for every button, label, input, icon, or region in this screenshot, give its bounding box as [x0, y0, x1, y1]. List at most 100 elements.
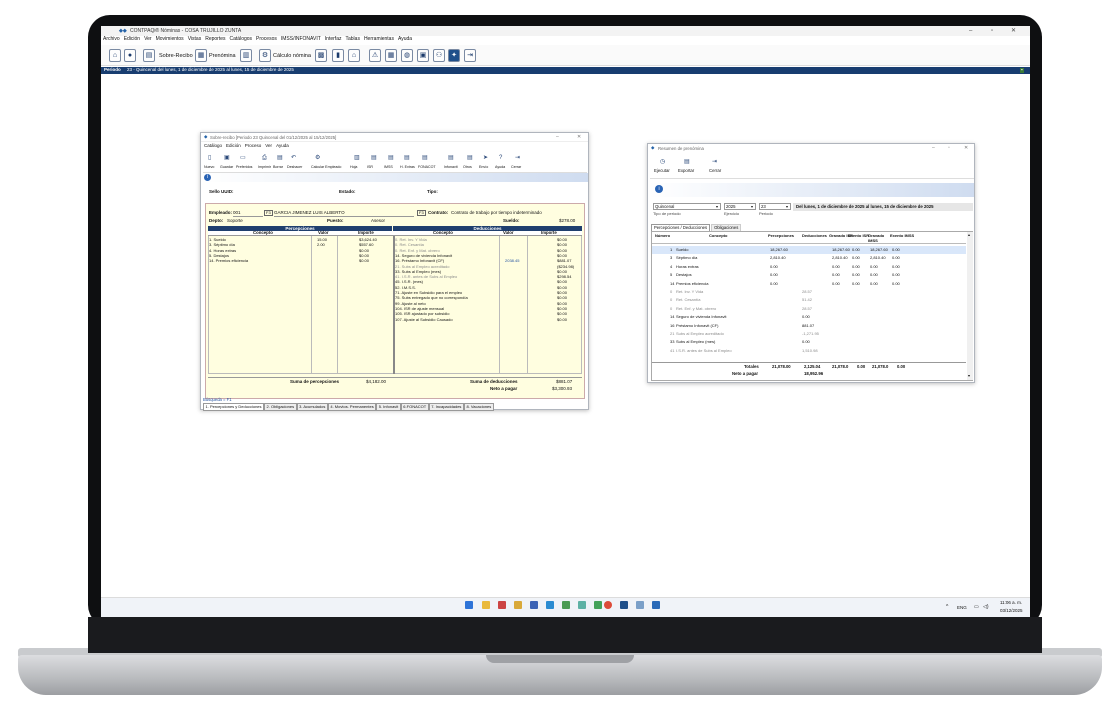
exit-icon[interactable]: ⇥ [464, 49, 476, 62]
employee-icon[interactable]: ● [124, 49, 136, 62]
chrome-icon[interactable] [604, 601, 612, 609]
empleado-lookup-icon[interactable]: F3 [264, 210, 273, 216]
menu-movimientos[interactable]: Movimientos [156, 37, 184, 44]
sobre-tab[interactable]: 3. Acumulados [296, 403, 328, 411]
sobre-tab[interactable]: 6.FONACOT [400, 403, 429, 411]
sobre-menu-edicion[interactable]: Edición [226, 143, 241, 149]
menu-procesos[interactable]: Procesos [256, 37, 277, 44]
start-icon[interactable] [465, 601, 473, 609]
resumen-maximize-icon[interactable]: ▫ [948, 146, 950, 151]
calculo-icon[interactable]: ⚙ [259, 49, 271, 62]
sobre-menu-catalogo[interactable]: Catálogo [204, 143, 222, 149]
ejercicio-select[interactable]: 2025 ▾ [724, 203, 756, 210]
menu-imss-infonavit[interactable]: IMSS/INFONAVIT [281, 37, 321, 44]
app-teal-icon[interactable] [578, 601, 586, 609]
ejecutar-icon[interactable]: ◷ [660, 159, 665, 165]
prenomina-icon[interactable]: ▦ [195, 49, 207, 62]
app-red-icon[interactable] [498, 601, 506, 609]
ribbon-button[interactable]: Calcular Empleado [311, 165, 341, 170]
ribbon-9-icon[interactable]: ▤ [388, 155, 394, 161]
resumen-row[interactable]: 4 Horas extras 0.00 0.00 0.00 0.00 0.00 [652, 263, 966, 271]
app-green2-icon[interactable] [594, 601, 602, 609]
resumen-row[interactable]: 41 I.S.R. antes de Subs al Empleo 1,510.98 [652, 347, 966, 355]
cerrar-button[interactable]: Cerrar [709, 168, 721, 173]
resumen-scrollbar[interactable]: ▴ ▾ [967, 232, 973, 380]
ribbon-12-icon[interactable]: ▤ [448, 155, 454, 161]
nominas-icon[interactable] [652, 601, 660, 609]
ribbon-button[interactable]: Borrar [273, 165, 283, 170]
app-green-icon[interactable] [562, 601, 570, 609]
ribbon-button[interactable]: ISR [367, 165, 373, 170]
ribbon-button[interactable]: FONACOT [418, 165, 436, 170]
menu-reportes[interactable]: Reportes [205, 37, 225, 44]
sobre-minimize-icon[interactable]: – [556, 135, 559, 140]
resumen-row[interactable]: 1 Sueldo 18,267.60 18,267.60 0.00 18,267.60 0.… [652, 246, 966, 254]
ribbon-button[interactable]: Envío [479, 165, 488, 170]
accessibility-icon[interactable]: ✦ [448, 49, 460, 62]
ribbon-1-icon[interactable]: ▣ [224, 155, 230, 161]
app-gray-icon[interactable] [636, 601, 644, 609]
prenomina-button[interactable]: Prenómina [209, 53, 236, 60]
contpaqi-icon[interactable] [620, 601, 628, 609]
ribbon-button[interactable]: Infonavit [444, 165, 458, 170]
resumen-row[interactable]: 16 Préstamo Infonavit (CF) 881.07 [652, 322, 966, 330]
volume-icon[interactable]: ◁) [983, 605, 989, 610]
chevron-down-icon[interactable]: ▾ [751, 205, 753, 209]
chevron-up-icon[interactable]: ^ [946, 605, 948, 610]
ribbon-button[interactable]: Ayuda [495, 165, 505, 170]
sobre-close-icon[interactable]: ✕ [577, 135, 581, 140]
warning-icon[interactable]: ⚠ [369, 49, 381, 62]
cerrar-icon[interactable]: ⇥ [712, 159, 717, 165]
menu-interfaz[interactable]: Interfaz [325, 37, 342, 44]
mail-icon[interactable] [546, 601, 554, 609]
people-icon[interactable]: ⚇ [433, 49, 445, 62]
report-icon[interactable]: ▥ [240, 49, 252, 62]
app-yellow-icon[interactable] [514, 601, 522, 609]
ribbon-button[interactable]: Guardar [220, 165, 233, 170]
sobre-recibo-button[interactable]: Sobre-Recibo [159, 53, 193, 60]
network-icon[interactable]: ▭ [974, 605, 979, 610]
resumen-row[interactable]: 0 Ret. Inv. Y Vida 28.57 [652, 288, 966, 296]
resumen-row[interactable]: 0 Ret. Enf. y Mat. obrero 28.57 [652, 305, 966, 313]
sobre-recibo-icon[interactable]: ▤ [143, 49, 155, 62]
ribbon-button[interactable]: IMSS [384, 165, 393, 170]
calculo-nomina-button[interactable]: Cálculo nómina [273, 53, 311, 60]
book-icon[interactable]: ▮ [332, 49, 344, 62]
resumen-row[interactable]: 21 Subs al Empleo acreditado -1,271.95 [652, 330, 966, 338]
globe-icon[interactable]: ◍ [401, 49, 413, 62]
ribbon-15-icon[interactable]: ? [499, 155, 502, 161]
calculator-icon[interactable]: ▩ [315, 49, 327, 62]
chevron-down-icon[interactable]: ▾ [716, 205, 718, 209]
calendar-icon[interactable]: ▣ [417, 49, 429, 62]
scroll-down-icon[interactable]: ▾ [968, 374, 970, 378]
sobre-tab[interactable]: 5. Infonavit [376, 403, 401, 411]
resumen-minimize-icon[interactable]: – [932, 146, 935, 151]
sobre-tab[interactable]: 7. Incapacidades [428, 403, 464, 411]
resumen-row[interactable]: 3 Séptimo día 2,810.40 2,810.40 0.00 2,810.40… [652, 254, 966, 262]
ribbon-button[interactable]: Deshacer [287, 165, 302, 170]
exportar-icon[interactable]: ▤ [684, 159, 690, 165]
resumen-row[interactable]: 0 Ret. Cesantía 51.42 [652, 296, 966, 304]
folder-icon[interactable] [482, 601, 490, 609]
tipo-periodo-select[interactable]: Quincenal ▾ [653, 203, 721, 210]
menu-tablas[interactable]: Tablas [345, 37, 359, 44]
sobre-menu-ayuda[interactable]: Ayuda [276, 143, 289, 149]
app-blue-icon[interactable] [530, 601, 538, 609]
sobre-menu-ver[interactable]: Ver [265, 143, 272, 149]
resumen-row[interactable]: 14 Seguro de vivienda Infonavit 0.00 [652, 313, 966, 321]
sobre-tab[interactable]: 4. Movtos. Permanentes [327, 403, 377, 411]
minimize-icon[interactable]: – [969, 28, 972, 34]
ribbon-button[interactable]: Cerrar [511, 165, 521, 170]
ribbon-6-icon[interactable]: ⚙ [315, 155, 320, 161]
ribbon-10-icon[interactable]: ▤ [404, 155, 410, 161]
ribbon-button[interactable]: Hoja [350, 165, 357, 170]
periodo-select[interactable]: 23 ▾ [759, 203, 791, 210]
empleado-name-field[interactable]: GARCIA JIMENEZ LUIS ALBERTO [274, 210, 414, 217]
menu-archivo[interactable]: Archivo [103, 37, 120, 44]
maximize-icon[interactable]: ▫ [991, 28, 993, 34]
ribbon-button[interactable]: Otros [463, 165, 472, 170]
empleado-code-field[interactable]: 001 [233, 210, 263, 217]
resumen-row[interactable]: 5 Destajos 0.00 0.00 0.00 0.00 0.00 [652, 271, 966, 279]
graduation-icon[interactable]: ⌂ [348, 49, 360, 62]
sobre-menu-proceso[interactable]: Proceso [245, 143, 262, 149]
